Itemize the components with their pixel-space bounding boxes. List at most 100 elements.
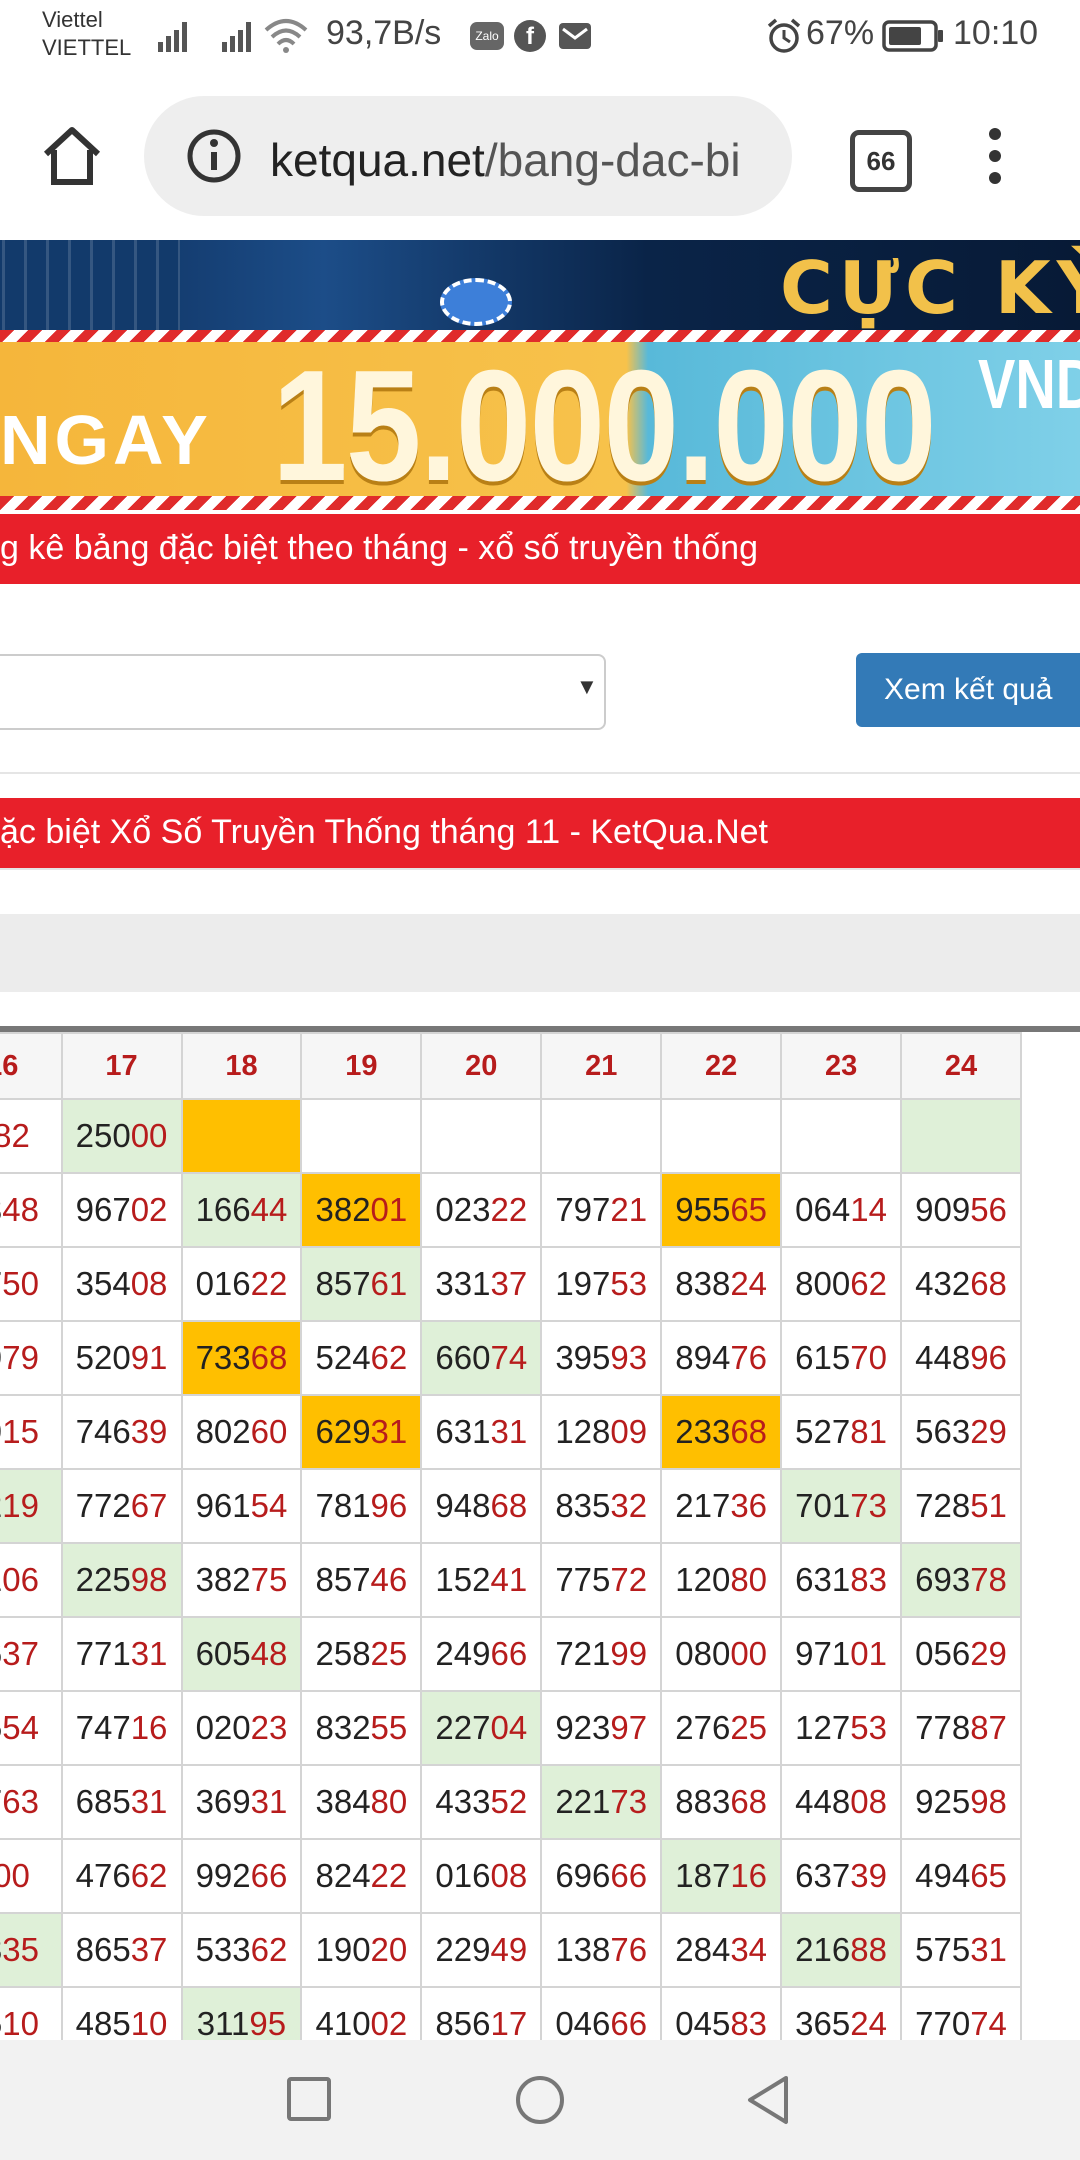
home-icon[interactable] (40, 124, 104, 188)
result-head-digits: 992 (195, 1857, 251, 1894)
result-head-digits: 637 (795, 1857, 851, 1894)
result-tail-digits: 22 (250, 1265, 288, 1302)
chevron-down-icon[interactable]: ▼ (576, 674, 598, 700)
result-tail-digits: 66 (610, 2005, 648, 2042)
result-tail-digits: 04 (490, 1709, 528, 1746)
result-cell: 12809 (540, 1394, 663, 1470)
result-tail-digits: 08 (490, 1857, 528, 1894)
result-tail-digits: 32 (610, 1487, 648, 1524)
result-cell: 28434 (660, 1912, 783, 1988)
more-menu-icon[interactable] (980, 126, 1010, 186)
result-head-digits: 772 (75, 1487, 131, 1524)
url-text[interactable]: ketqua.net/bang-dac-bi (270, 133, 741, 187)
result-tail-digits: 99 (610, 1635, 648, 1672)
result-head-digits: 448 (915, 1339, 971, 1376)
result-cell: 62931 (300, 1394, 423, 1470)
result-tail-digits: 29 (970, 1635, 1007, 1672)
result-tail-digits: 02 (130, 1191, 168, 1228)
result-tail-digits: 56 (970, 1191, 1007, 1228)
result-tail-digits: 75 (250, 1561, 288, 1598)
result-cell: 04583 (660, 1986, 783, 2046)
result-tail-digits: 82 (0, 1117, 30, 1154)
result-cell: 21736 (660, 1468, 783, 1544)
result-cell: 95565 (660, 1172, 783, 1248)
result-head-digits: 832 (315, 1709, 371, 1746)
result-cell: 18716 (660, 1838, 783, 1914)
result-cell: 99266 (180, 1838, 303, 1914)
result-tail-digits: 22 (490, 1191, 528, 1228)
result-head-digits: 354 (75, 1265, 131, 1302)
banner-ad-top[interactable]: CỰC KỲ (0, 240, 1080, 330)
result-cell: 77887 (900, 1690, 1022, 1766)
result-head-digits: 835 (555, 1487, 611, 1524)
view-results-button[interactable]: Xem kết quả (856, 653, 1080, 727)
result-tail-digits: 31 (970, 1931, 1007, 1968)
result-head-digits: 250 (75, 1117, 131, 1154)
result-cell: 02023 (180, 1690, 303, 1766)
result-tail-digits: 09 (610, 1413, 648, 1450)
column-header-day: 19 (300, 1032, 423, 1100)
result-head-digits: 955 (675, 1191, 731, 1228)
table-row: 2554747160202383255227049239727625127537… (0, 1690, 1022, 1766)
result-head-digits: 857 (315, 1265, 371, 1302)
result-tail-digits: 76 (610, 1931, 648, 1968)
recent-apps-icon[interactable] (286, 2076, 332, 2122)
result-head-digits: 575 (915, 1931, 971, 1968)
info-icon[interactable] (186, 128, 242, 184)
table-title-bar: ặc biệt Xổ Số Truyền Thống tháng 11 - Ke… (0, 798, 1080, 868)
result-head-digits: 382 (195, 1561, 251, 1598)
result-tail-digits: 14 (850, 1191, 887, 1228)
result-tail-digits: 31 (490, 1413, 528, 1450)
result-cell: 682 (0, 1098, 63, 1174)
result-head-digits: 527 (795, 1413, 851, 1450)
result-head-digits: 629 (315, 1413, 371, 1450)
results-table-container[interactable]: 161718192021222324 682250002348967021664… (0, 1026, 1080, 2046)
home-nav-icon[interactable] (514, 2074, 566, 2126)
tab-switcher-button[interactable]: 66 (850, 130, 912, 192)
result-head-digits: 909 (915, 1191, 971, 1228)
back-icon[interactable] (744, 2074, 792, 2126)
result-head-digits: 152 (435, 1561, 491, 1598)
result-head-digits: 857 (315, 1561, 371, 1598)
result-head-digits: 229 (435, 1931, 491, 1968)
result-cell: 68531 (60, 1764, 183, 1840)
divider (0, 772, 1080, 774)
result-head-digits: 020 (195, 1709, 251, 1746)
result-cell: 0979 (0, 1320, 63, 1396)
result-cell: 2348 (0, 1172, 63, 1248)
result-cell: 77131 (60, 1616, 183, 1692)
result-tail-digits: 73 (850, 1487, 887, 1524)
result-cell (300, 1098, 423, 1174)
result-tail-digits: 53 (610, 1265, 648, 1302)
result-head-digits: 225 (75, 1561, 131, 1598)
month-select[interactable] (0, 654, 606, 730)
casino-chip-graphic (440, 278, 512, 326)
result-head-digits: 771 (75, 1635, 131, 1672)
result-cell (180, 1098, 303, 1174)
result-cell: 08000 (660, 1616, 783, 1692)
result-cell: 2554 (0, 1690, 63, 1766)
column-header-day: 18 (180, 1032, 303, 1100)
result-head-digits: 216 (795, 1931, 851, 1968)
result-head-digits: 520 (75, 1339, 131, 1376)
result-cell: 12753 (780, 1690, 903, 1766)
result-cell: 05629 (900, 1616, 1022, 1692)
result-cell: 83532 (540, 1468, 663, 1544)
result-head-digits: 227 (435, 1709, 491, 1746)
table-row: 2348967021664438201023227972195565064149… (0, 1172, 1022, 1248)
result-tail-digits: 95 (249, 2005, 287, 2042)
banner-ad-main[interactable]: NGAY 15.000.000 VND (0, 342, 1080, 496)
result-cell: 22598 (60, 1542, 183, 1618)
result-cell: 12080 (660, 1542, 783, 1618)
result-tail-digits: 79 (2, 1339, 39, 1376)
result-cell: 4750 (0, 1246, 63, 1322)
result-cell: 73368 (180, 1320, 303, 1396)
result-cell: 94868 (420, 1468, 543, 1544)
result-head-digits: 660 (435, 1339, 491, 1376)
result-cell: 49465 (900, 1838, 1022, 1914)
result-tail-digits: 00 (0, 1857, 30, 1894)
result-tail-digits: 16 (730, 1857, 768, 1894)
result-tail-digits: 51 (970, 1487, 1007, 1524)
result-head-digits: 016 (195, 1265, 251, 1302)
result-tail-digits: 52 (490, 1783, 528, 1820)
